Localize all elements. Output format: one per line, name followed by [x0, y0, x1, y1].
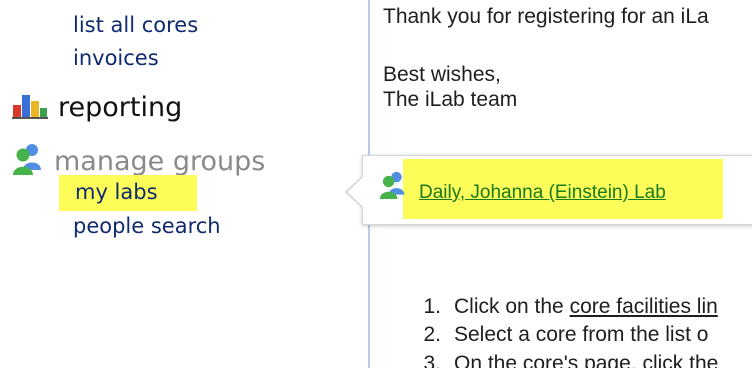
- reporting-label[interactable]: reporting: [58, 92, 182, 123]
- step-text: Click on the: [454, 295, 570, 318]
- step-number: 3.: [423, 352, 441, 368]
- step-text: On the core's page, click the: [454, 352, 719, 368]
- email-signature: The iLab team: [383, 88, 518, 111]
- email-closing: Best wishes,: [383, 63, 501, 86]
- sidebar-link-my-labs[interactable]: my labs: [75, 180, 158, 204]
- people-group-icon: [12, 142, 44, 180]
- step-text: Select a core from the list o: [454, 323, 709, 346]
- list-item: 3. On the core's page, click the: [403, 352, 718, 368]
- manage-groups-label[interactable]: manage groups: [54, 146, 265, 177]
- sidebar: list all cores invoices reporting manage…: [0, 0, 362, 368]
- sidebar-section-reporting[interactable]: reporting: [12, 92, 182, 123]
- email-intro-text: Thank you for registering for an iLa: [383, 5, 709, 28]
- sidebar-link-list-all-cores[interactable]: list all cores: [73, 13, 198, 37]
- lab-popup: Daily, Johanna (Einstein) Lab: [362, 155, 752, 225]
- step-number: 1.: [423, 295, 441, 318]
- sidebar-link-people-search[interactable]: people search: [73, 214, 221, 238]
- list-item: 2. Select a core from the list o: [403, 323, 708, 347]
- bar-chart-icon: [12, 93, 48, 123]
- step-number: 2.: [423, 323, 441, 346]
- lab-link[interactable]: Daily, Johanna (Einstein) Lab: [419, 182, 666, 204]
- people-group-icon: [379, 170, 407, 204]
- list-item: 1. Click on the core facilities lin: [403, 295, 718, 319]
- core-facilities-link[interactable]: core facilities lin: [570, 295, 718, 318]
- sidebar-link-invoices[interactable]: invoices: [73, 46, 159, 70]
- popup-arrow-fill: [347, 177, 363, 207]
